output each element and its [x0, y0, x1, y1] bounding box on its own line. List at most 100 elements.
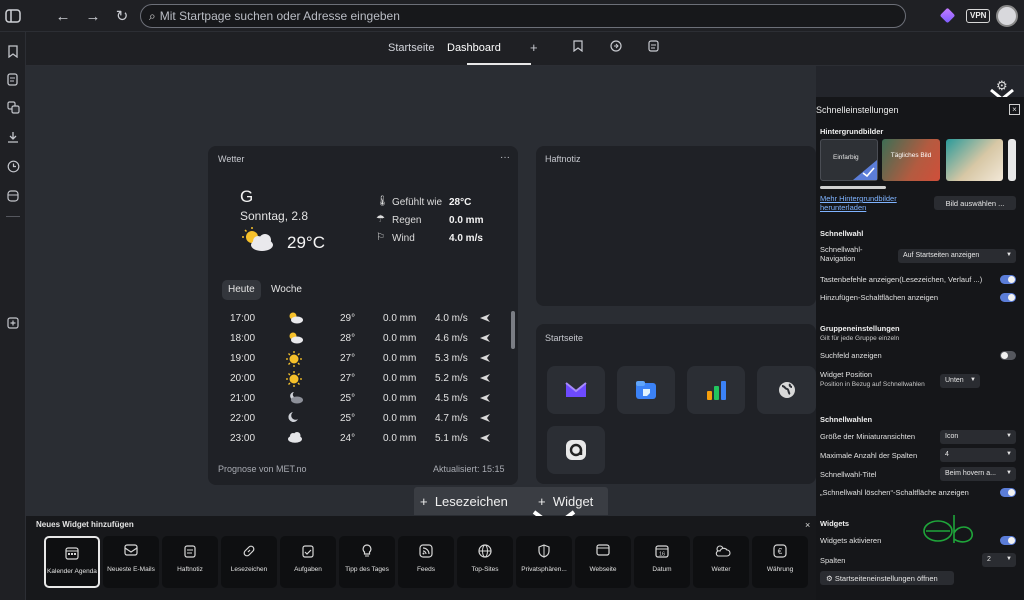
address-placeholder: Mit Startpage suchen oder Adresse eingeb…: [159, 9, 400, 23]
close-icon[interactable]: ×: [805, 520, 810, 530]
hourly-wind: 5.3 m/s: [435, 353, 468, 364]
download-icon[interactable]: [4, 128, 22, 146]
reading-list-icon[interactable]: [4, 186, 22, 204]
widget-position-select[interactable]: Unten ▼: [940, 374, 980, 388]
history-circle-icon[interactable]: [610, 40, 622, 55]
tab-heute[interactable]: Heute: [222, 280, 261, 300]
tab-startseite[interactable]: Startseite: [388, 42, 434, 54]
max-columns-select[interactable]: 4 ▼: [940, 448, 1016, 462]
umbrella-icon: ☂: [376, 214, 385, 225]
search-field-toggle[interactable]: [1000, 351, 1016, 360]
columns-select[interactable]: 2 ▼: [982, 553, 1016, 567]
weather-source: Prognose von MET.no: [218, 464, 307, 474]
widget-menu-icon[interactable]: ···: [500, 152, 510, 163]
notes-icon[interactable]: [4, 70, 22, 88]
add-widget-button[interactable]: + Widget: [538, 494, 593, 509]
bg-daily-option[interactable]: Tägliches Bild: [882, 139, 940, 181]
bg-scroll-indicator[interactable]: [820, 186, 886, 189]
history-icon[interactable]: [4, 157, 22, 175]
widget-option-label: Tipp des Tages: [345, 566, 389, 573]
analytics-tile[interactable]: [687, 366, 745, 414]
delete-button-toggle[interactable]: [1000, 488, 1016, 497]
widget-option-mail[interactable]: Neueste E-Mails: [103, 536, 159, 588]
add-bookmark-label: Lesezeichen: [434, 494, 508, 509]
translate-icon[interactable]: [4, 98, 22, 116]
address-bar[interactable]: ⌕ Mit Startpage suchen oder Adresse eing…: [140, 4, 906, 28]
widget-option-label: Datum: [652, 566, 672, 573]
hourly-row: 21:00 25° 0.0 mm 4.5 m/s: [230, 392, 500, 407]
reload-icon[interactable]: ↻: [111, 5, 133, 27]
link-icon: [241, 544, 257, 560]
hourly-temp: 25°: [340, 393, 356, 404]
shortcuts-toggle[interactable]: [1000, 275, 1016, 284]
sidebar-divider: [6, 216, 20, 217]
dial-title-select[interactable]: Beim hovern a... ▼: [940, 467, 1016, 481]
bookmark-icon[interactable]: [4, 42, 22, 60]
bg-next-option[interactable]: [1008, 139, 1016, 181]
date-icon: 16: [654, 544, 670, 560]
extension-diamond-icon[interactable]: [939, 7, 956, 24]
widget-option-calendar[interactable]: Kalender Agenda: [44, 536, 100, 588]
widget-option-tasks[interactable]: Aufgaben: [280, 536, 336, 588]
proton-mail-tile[interactable]: [547, 366, 605, 414]
widget-option-label: Top-Sites: [471, 566, 499, 573]
hourly-wind: 5.1 m/s: [435, 433, 468, 444]
widget-option-rss[interactable]: Feeds: [398, 536, 454, 588]
back-arrow-icon[interactable]: ←: [52, 5, 74, 27]
hourly-rain: 0.0 mm: [383, 373, 417, 384]
widget-option-date[interactable]: 16 Datum: [634, 536, 690, 588]
hourly-scrollbar[interactable]: [511, 311, 515, 349]
rss-icon: [418, 544, 434, 560]
browser-icon: [595, 544, 611, 560]
widget-option-bulb[interactable]: Tipp des Tages: [339, 536, 395, 588]
speed-dial-nav-select[interactable]: Auf Startseiten anzeigen ▼: [898, 249, 1016, 263]
widget-option-link[interactable]: Lesezeichen: [221, 536, 277, 588]
widget-option-browser[interactable]: Webseite: [575, 536, 631, 588]
sidebar-toggle-icon[interactable]: [2, 5, 24, 27]
caret-down-icon: ▼: [1006, 556, 1012, 562]
caret-down-icon: ▼: [1006, 433, 1012, 439]
widgets-enable-toggle[interactable]: [1000, 536, 1016, 545]
notes-tab-icon[interactable]: [648, 40, 659, 55]
proton-drive-tile[interactable]: [617, 366, 675, 414]
thermometer-icon: 🌡︎: [376, 196, 389, 207]
widget-option-currency[interactable]: € Währung: [752, 536, 808, 588]
bulb-icon: [359, 544, 375, 560]
widget-position-sub: Position in Bezug auf Schnellwahlen: [820, 381, 925, 388]
more-backgrounds-link[interactable]: Mehr Hintergrundbilder herunterladen: [820, 194, 920, 212]
tab-dashboard[interactable]: Dashboard: [447, 42, 501, 54]
delete-button-label: „Schnellwahl löschen“-Schaltfläche anzei…: [820, 488, 969, 497]
partly-cloudy-icon: [242, 227, 273, 251]
widget-option-shield[interactable]: Privatsphären...: [516, 536, 572, 588]
choose-image-button[interactable]: Bild auswählen ...: [934, 196, 1016, 210]
profile-avatar[interactable]: [996, 5, 1018, 27]
hourly-wind: 4.5 m/s: [435, 393, 468, 404]
globe-tile[interactable]: [757, 366, 816, 414]
thumb-size-select[interactable]: Icon ▼: [940, 430, 1016, 444]
add-tab-button[interactable]: +: [530, 40, 538, 55]
bg-solid-option[interactable]: Einfarbig: [820, 139, 878, 181]
active-tab-indicator: [467, 63, 531, 65]
widget-option-globe[interactable]: Top-Sites: [457, 536, 513, 588]
vpn-badge[interactable]: VPN: [966, 9, 991, 23]
bg-beach-option[interactable]: [946, 139, 1003, 181]
add-bookmark-button[interactable]: + Lesezeichen: [420, 494, 508, 509]
add-panel-icon[interactable]: [4, 314, 22, 332]
add-buttons-toggle[interactable]: [1000, 293, 1016, 302]
bookmark-outline-icon[interactable]: [573, 40, 583, 55]
sticky-note-widget[interactable]: [536, 146, 816, 306]
wind-direction-icon: [480, 314, 490, 325]
widget-option-label: Währung: [766, 566, 794, 573]
hourly-row: 18:00 28° 0.0 mm 4.6 m/s: [230, 332, 500, 347]
widget-option-note[interactable]: Haftnotiz: [162, 536, 218, 588]
widget-option-label: Aufgaben: [294, 566, 322, 573]
quick-settings-close-icon[interactable]: ×: [1009, 104, 1020, 115]
proton-pass-tile[interactable]: [547, 426, 605, 474]
browser-toolbar: ← → ↻ ⌕ Mit Startpage suchen oder Adress…: [0, 0, 1024, 32]
hourly-rain: 0.0 mm: [383, 313, 417, 324]
hourly-rain: 0.0 mm: [383, 333, 417, 344]
open-startpage-settings-button[interactable]: ⚙ Startseiteneinstellungen öffnen: [820, 571, 954, 585]
forward-arrow-icon[interactable]: →: [82, 5, 104, 27]
tab-woche[interactable]: Woche: [265, 280, 308, 300]
widget-option-weather[interactable]: Wetter: [693, 536, 749, 588]
